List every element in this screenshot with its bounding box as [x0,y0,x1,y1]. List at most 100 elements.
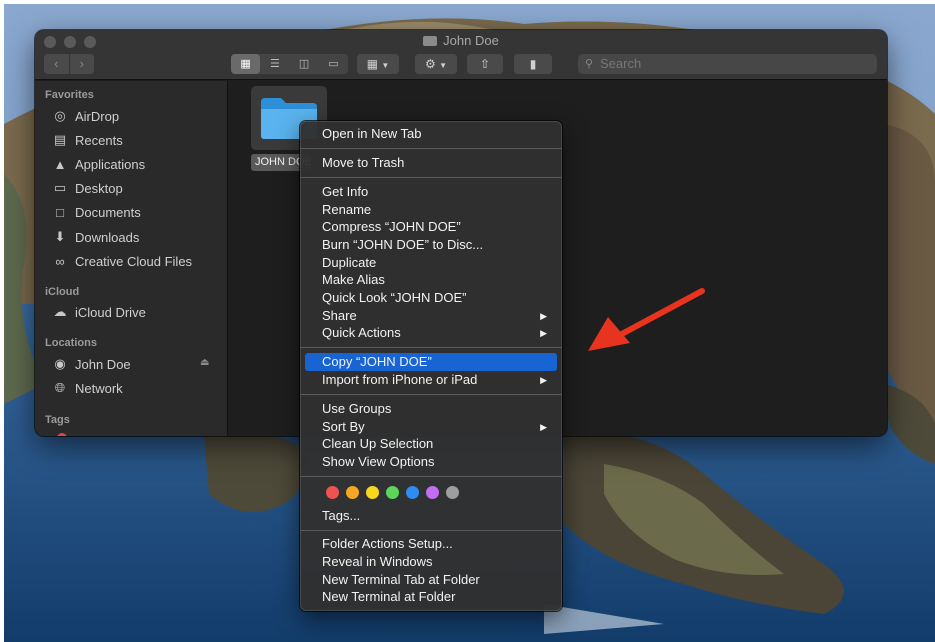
sidebar-item-label: John Doe [75,356,131,372]
recents-icon: ▤ [53,132,67,147]
sidebar-item-label: Desktop [75,180,123,196]
menu-item-burn-to-disc[interactable]: Burn “JOHN DOE” to Disc... [305,236,557,254]
downloads-icon: ⬇ [54,229,66,244]
menu-item-rename[interactable]: Rename [305,201,557,219]
menu-item-open-in-new-tab[interactable]: Open in New Tab [305,125,557,143]
gear-icon: ⚙ [424,57,436,71]
share-button[interactable]: ⇧ [467,54,503,74]
sidebar-item-label: Downloads [75,229,140,245]
menu-item-new-terminal[interactable]: New Terminal at Folder [305,588,557,606]
sidebar-header-tags: Tags [45,414,70,426]
tag-color-green[interactable] [386,486,399,499]
sidebar-item-label: Recents [75,132,123,148]
menu-item-get-info[interactable]: Get Info [305,183,557,201]
tag-color-gray[interactable] [446,486,459,499]
sidebar-item-creative-cloud[interactable]: ∞ Creative Cloud Files [51,251,192,271]
sidebar-item-john-doe[interactable]: ◉ John Doe [51,354,131,374]
tag-color-row [326,486,459,499]
menu-item-tags[interactable]: Tags... [305,507,557,525]
tag-red-dot[interactable] [57,433,67,436]
sidebar-item-airdrop[interactable]: ◎ AirDrop [51,106,119,126]
menu-item-move-to-trash[interactable]: Move to Trash [305,154,557,172]
sidebar-item-documents[interactable]: □ Documents [51,202,141,222]
annotation-arrow-icon [588,288,705,351]
sidebar-item-desktop[interactable]: ▭ Desktop [51,178,123,198]
sidebar-header-locations: Locations [45,337,97,349]
tag-color-red[interactable] [326,486,339,499]
menu-separator [300,394,562,395]
applications-icon: ▲ [53,156,67,172]
menu-separator [300,177,562,178]
tag-color-blue[interactable] [406,486,419,499]
menu-item-label: Quick Actions [322,325,401,340]
action-button[interactable]: ⚙ ▼ [415,54,457,74]
documents-icon: □ [56,204,64,220]
menu-item-folder-actions-setup[interactable]: Folder Actions Setup... [305,535,557,553]
menu-separator [300,347,562,348]
view-mode-segment: ▦ ☰ ◫ ▭ [231,54,348,74]
submenu-arrow-icon: ▶ [540,375,547,385]
menu-separator [300,148,562,149]
search-icon: ⚲ [585,58,594,70]
menu-item-label: Import from iPhone or iPad [322,372,478,387]
submenu-arrow-icon: ▶ [540,328,547,338]
menu-item-use-groups[interactable]: Use Groups [305,400,557,418]
sidebar-item-label: Documents [75,204,141,220]
menu-item-duplicate[interactable]: Duplicate [305,254,557,272]
gallery-view-button[interactable]: ▭ [319,54,348,74]
forward-button[interactable]: › [68,54,95,74]
share-icon: ⇧ [479,57,491,71]
desktop-icon: ▭ [53,180,67,195]
list-view-button[interactable]: ☰ [260,54,289,74]
menu-item-label: Share [322,308,357,323]
icon-view-button[interactable]: ▦ [231,54,261,74]
menu-item-import-from-iphone[interactable]: Import from iPhone or iPad ▶ [305,371,557,389]
chevron-down-icon: ▼ [381,61,390,70]
eject-icon[interactable]: ⏏ [200,357,209,368]
sidebar-item-label: Applications [75,156,146,172]
grid-icon: ▦ [366,57,379,71]
sidebar-item-label: iCloud Drive [75,304,146,320]
window-title: John Doe [35,33,887,48]
sidebar-header-favorites: Favorites [45,89,94,101]
menu-item-quick-look[interactable]: Quick Look “JOHN DOE” [305,289,557,307]
search-input[interactable]: ⚲ Search [578,54,877,74]
menu-item-compress[interactable]: Compress “JOHN DOE” [305,218,557,236]
menu-separator [300,530,562,531]
context-menu: Open in New Tab Move to Trash Get Info R… [300,121,562,611]
menu-item-quick-actions[interactable]: Quick Actions ▶ [305,324,557,342]
creative-cloud-icon: ∞ [55,253,65,269]
window-title-text: John Doe [443,33,499,48]
network-icon: 🌐︎ [54,380,66,395]
submenu-arrow-icon: ▶ [540,311,547,321]
menu-item-label: Sort By [322,419,365,434]
menu-item-show-view-options[interactable]: Show View Options [305,453,557,471]
tag-color-orange[interactable] [346,486,359,499]
menu-item-make-alias[interactable]: Make Alias [305,271,557,289]
sidebar-item-downloads[interactable]: ⬇ Downloads [51,227,140,247]
sidebar-item-label: AirDrop [75,108,120,124]
submenu-arrow-icon: ▶ [540,422,547,432]
group-by-button[interactable]: ▦ ▼ [357,54,399,74]
sidebar-item-applications[interactable]: ▲ Applications [51,154,146,174]
menu-item-copy[interactable]: Copy “JOHN DOE” [305,353,557,371]
menu-item-reveal-in-windows[interactable]: Reveal in Windows [305,553,557,571]
menu-item-new-terminal-tab[interactable]: New Terminal Tab at Folder [305,571,557,589]
sidebar-item-network[interactable]: 🌐︎ Network [51,378,123,398]
menu-item-sort-by[interactable]: Sort By ▶ [305,418,557,436]
folder-icon [423,36,438,46]
tag-color-yellow[interactable] [366,486,379,499]
tag-color-purple[interactable] [426,486,439,499]
search-placeholder: Search [600,56,642,71]
sidebar-item-recents[interactable]: ▤ Recents [51,130,123,150]
tag-button[interactable]: ▮ [514,54,552,74]
chevron-down-icon: ▼ [439,61,448,70]
menu-item-share[interactable]: Share ▶ [305,307,557,325]
sidebar-item-icloud-drive[interactable]: ☁ iCloud Drive [51,302,146,322]
menu-item-clean-up-selection[interactable]: Clean Up Selection [305,435,557,453]
column-view-button[interactable]: ◫ [290,54,319,74]
cloud-icon: ☁ [53,304,67,319]
sidebar-item-label: Creative Cloud Files [75,253,193,269]
menu-separator [300,476,562,477]
back-button[interactable]: ‹ [44,54,69,74]
